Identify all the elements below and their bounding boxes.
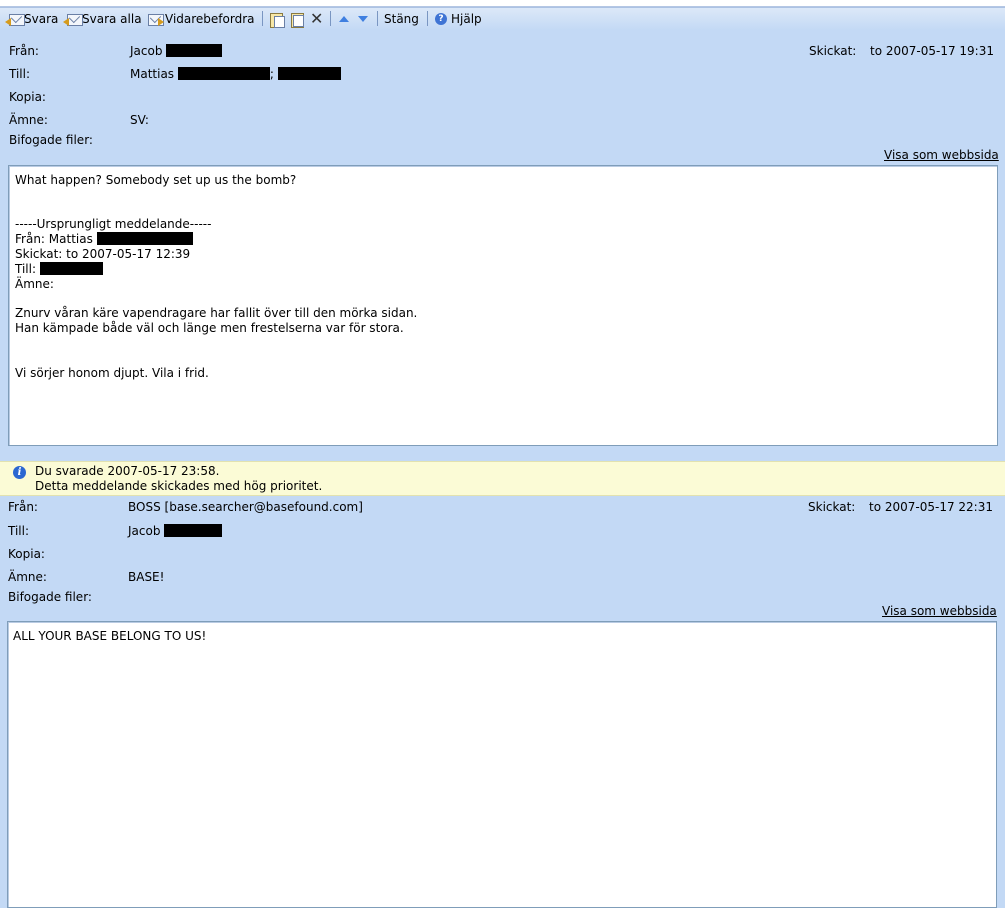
attachments-label: Bifogade filer: <box>8 590 92 604</box>
notice-replied: Du svarade 2007-05-17 23:58. <box>35 464 220 478</box>
original-to: Till: <box>15 262 103 277</box>
message-body[interactable]: ALL YOUR BASE BELONG TO US! <box>7 621 997 908</box>
redacted-block <box>96 232 193 245</box>
sent-label: Skickat: <box>809 44 857 58</box>
previous-button[interactable] <box>339 11 349 27</box>
redacted-block <box>277 67 341 80</box>
to-name: Mattias <box>130 67 175 81</box>
reply-icon <box>5 12 25 26</box>
notice-priority: Detta meddelande skickades med hög prior… <box>35 479 323 493</box>
from-label: Från: <box>8 500 38 514</box>
subject-value: BASE! <box>128 570 165 584</box>
subject-label: Ämne: <box>9 113 48 127</box>
subject-label: Ämne: <box>8 570 47 584</box>
original-sent: Skickat: to 2007-05-17 12:39 <box>15 247 191 261</box>
delete-button[interactable]: ✕ <box>310 11 323 27</box>
original-from: Från: Mattias <box>15 232 193 247</box>
close-button[interactable]: Stäng <box>384 11 419 27</box>
sent-value: to 2007-05-17 19:31 <box>870 44 994 58</box>
from-value: BOSS [base.searcher@basefound.com] <box>128 500 363 514</box>
notice-bar: i Du svarade 2007-05-17 23:58. Detta med… <box>0 461 1005 496</box>
to-value: Mattias ; <box>130 67 341 81</box>
from-value: Jacob <box>130 44 223 58</box>
body-line: ALL YOUR BASE BELONG TO US! <box>13 629 207 643</box>
reply-button[interactable]: Svara <box>5 11 59 27</box>
reply-all-button[interactable]: Svara alla <box>63 11 142 27</box>
view-as-webpage-link[interactable]: Visa som webbsida <box>884 148 999 162</box>
body-line: Han kämpade både väl och länge men frest… <box>15 321 404 335</box>
help-button[interactable]: ? Hjälp <box>435 11 482 27</box>
body-line: Vi sörjer honom djupt. Vila i frid. <box>15 366 209 380</box>
to-value: Jacob <box>128 524 223 538</box>
original-message-header: -----Ursprungligt meddelande----- <box>15 217 212 231</box>
to-label: Till: <box>8 524 30 538</box>
forward-icon <box>148 12 164 26</box>
body-line: What happen? Somebody set up us the bomb… <box>15 173 297 187</box>
forward-button[interactable]: Vidarebefordra <box>148 11 255 27</box>
reply-label: Svara <box>24 12 59 26</box>
cc-label: Kopia: <box>8 547 45 561</box>
reply-all-label: Svara alla <box>82 12 142 26</box>
info-icon: i <box>13 466 26 479</box>
previous-icon <box>339 16 349 22</box>
delete-icon: ✕ <box>310 9 324 28</box>
from-name: Jacob <box>130 44 163 58</box>
copy-icon <box>289 12 304 28</box>
help-icon: ? <box>435 13 447 25</box>
body-line: Znurv våran käre vapendragare har fallit… <box>15 306 418 320</box>
toolbar-top-strip <box>0 6 1005 8</box>
message-body[interactable]: What happen? Somebody set up us the bomb… <box>8 165 998 446</box>
forward-label: Vidarebefordra <box>165 12 255 26</box>
original-subject: Ämne: <box>15 277 54 291</box>
next-button[interactable] <box>358 11 368 27</box>
original-to-text: Till: <box>15 262 37 276</box>
view-as-webpage-link[interactable]: Visa som webbsida <box>882 604 997 618</box>
to-name: Jacob <box>128 524 161 538</box>
toolbar-separator <box>330 11 331 26</box>
redacted-block <box>164 524 223 537</box>
subject-value: SV: <box>130 113 149 127</box>
redacted-block <box>39 262 103 275</box>
to-label: Till: <box>9 67 31 81</box>
next-icon <box>358 16 368 22</box>
sent-value: to 2007-05-17 22:31 <box>869 500 993 514</box>
attachments-label: Bifogade filer: <box>9 133 93 147</box>
redacted-block <box>177 67 270 80</box>
close-label: Stäng <box>384 12 419 26</box>
reply-all-icon <box>63 12 83 26</box>
copy-button[interactable] <box>289 11 306 28</box>
help-label: Hjälp <box>451 12 482 26</box>
move-button[interactable] <box>268 11 285 28</box>
redacted-block <box>166 44 223 57</box>
to-separator: ; <box>269 67 274 81</box>
toolbar-separator <box>377 11 378 26</box>
original-from-text: Från: Mattias <box>15 232 93 246</box>
toolbar: Svara Svara alla Vidarebefordra ✕ Stäng … <box>0 0 1005 30</box>
cc-label: Kopia: <box>9 90 46 104</box>
sent-label: Skickat: <box>808 500 856 514</box>
from-label: Från: <box>9 44 39 58</box>
toolbar-separator <box>262 11 263 26</box>
toolbar-separator <box>427 11 428 26</box>
move-icon <box>268 12 285 28</box>
